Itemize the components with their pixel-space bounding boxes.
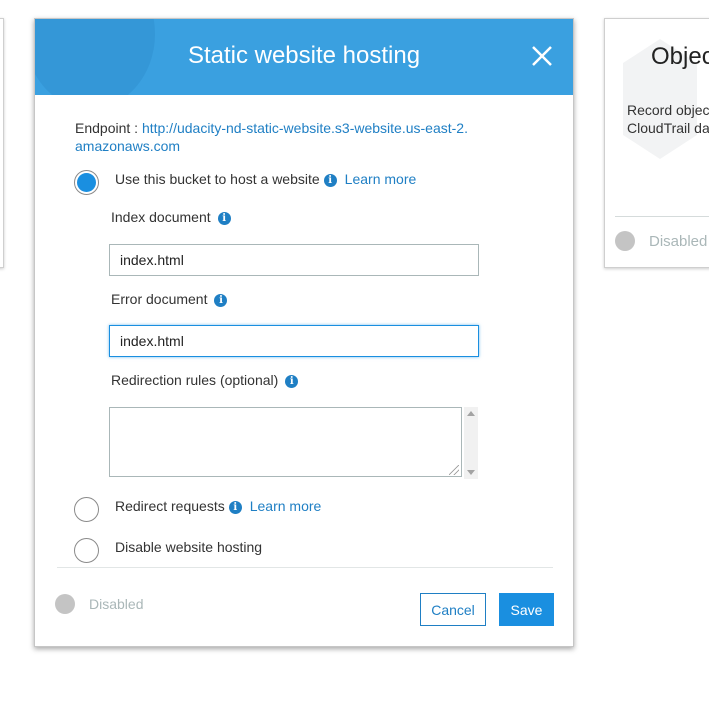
radio-redirect-requests[interactable] (74, 497, 99, 522)
modal-title: Static website hosting (187, 42, 421, 69)
object-level-logging-card[interactable]: Objec Record objec CloudTrail da Disable… (604, 18, 709, 268)
status-dot (55, 594, 75, 614)
radio-use-bucket-to-host[interactable] (74, 170, 99, 195)
endpoint: Endpoint : http://udacity-nd-static-webs… (75, 119, 475, 155)
info-icon[interactable]: i (285, 375, 299, 388)
endpoint-label: Endpoint : (75, 120, 142, 136)
card-description-line-2: CloudTrail da (627, 120, 709, 136)
scroll-down-arrow-icon[interactable] (467, 470, 475, 475)
error-document-input[interactable] (109, 325, 479, 357)
option-label: Disable website hosting (115, 539, 263, 555)
static-website-hosting-modal: Static website hosting Endpoint : http:/… (34, 18, 574, 647)
option-label: Use this bucket to host a website (115, 171, 320, 187)
card-status-dot (615, 231, 635, 251)
option-label: Redirect requests (115, 498, 225, 514)
left-property-card (0, 18, 4, 268)
cancel-button[interactable]: Cancel (420, 593, 486, 626)
index-document-input[interactable] (109, 244, 479, 276)
info-icon[interactable]: i (228, 501, 242, 514)
info-icon[interactable]: i (323, 174, 337, 187)
close-icon (532, 46, 552, 66)
error-document-label-text: Error document (111, 291, 208, 307)
textarea-scrollbar[interactable] (464, 407, 478, 479)
resize-handle[interactable] (449, 465, 459, 475)
learn-more-link[interactable]: Learn more (345, 171, 417, 187)
info-icon[interactable]: i (214, 294, 228, 307)
error-document-label: Error document i (111, 291, 228, 307)
radio-disable-hosting[interactable] (74, 538, 99, 563)
modal-header: Static website hosting (35, 19, 573, 95)
redirection-rules-textarea[interactable] (109, 407, 462, 477)
option-use-bucket-to-host: Use this bucket to host a website i Learn … (115, 171, 416, 187)
redirection-rules-label-text: Redirection rules (optional) (111, 372, 279, 388)
learn-more-link[interactable]: Learn more (250, 498, 322, 514)
card-divider (615, 216, 709, 217)
close-button[interactable] (529, 43, 555, 69)
scroll-up-arrow-icon[interactable] (467, 411, 475, 416)
footer-divider (57, 567, 553, 568)
info-icon[interactable]: i (217, 212, 231, 225)
card-title: Objec (651, 43, 709, 70)
status-text: Disabled (89, 596, 144, 612)
index-document-label: Index document i (111, 209, 231, 225)
card-status-text: Disabled (649, 233, 708, 250)
index-document-label-text: Index document (111, 209, 211, 225)
card-description-line-1: Record objec (627, 102, 709, 118)
redirection-rules-field (109, 407, 478, 479)
redirection-rules-label: Redirection rules (optional) i (111, 372, 299, 388)
option-disable-hosting: Disable website hosting (115, 539, 262, 555)
option-redirect-requests: Redirect requests i Learn more (115, 498, 321, 514)
card-description: Record objec CloudTrail da (627, 101, 709, 137)
save-button[interactable]: Save (499, 593, 554, 626)
